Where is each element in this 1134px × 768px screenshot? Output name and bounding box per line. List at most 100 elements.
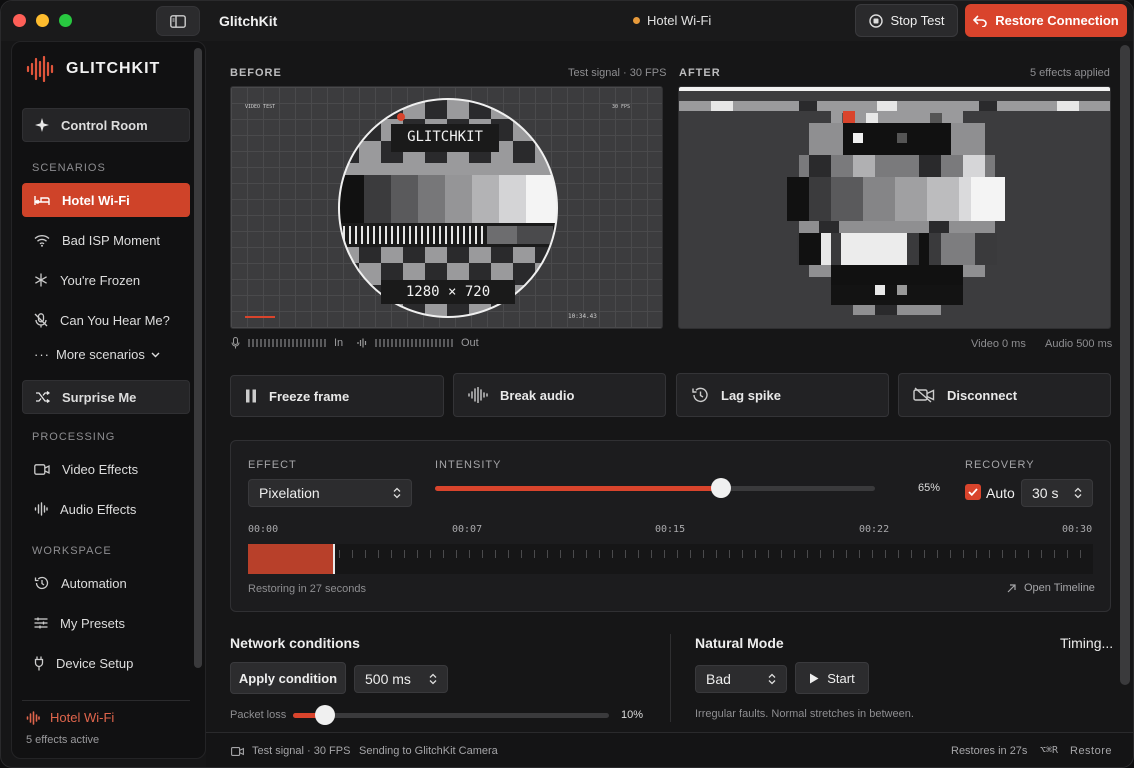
sidebar-item-can-you-hear-me[interactable]: Can You Hear Me? [22, 303, 190, 337]
delay-select-value: 500 ms [365, 671, 411, 687]
sidebar-item-youre-frozen[interactable]: You're Frozen [22, 263, 190, 297]
active-scenario-name: Hotel Wi-Fi [50, 710, 115, 725]
active-scenario-label: Hotel Wi-Fi [647, 13, 712, 28]
status-restores-countdown: Restores in 27s [951, 745, 1028, 757]
recovery-duration-select[interactable]: 30 s [1021, 479, 1093, 507]
break-audio-button[interactable]: Break audio [453, 373, 666, 417]
packet-loss-slider-knob[interactable] [314, 705, 335, 725]
timeline-ticks [248, 544, 1093, 574]
checkmark-icon [968, 488, 978, 496]
stop-test-label: Stop Test [890, 13, 945, 28]
recovery-duration-value: 30 s [1032, 485, 1059, 501]
restore-connection-label: Restore Connection [995, 13, 1119, 28]
natural-mode-value: Bad [706, 671, 731, 687]
lag-spike-button[interactable]: Lag spike [676, 373, 889, 417]
restore-connection-button[interactable]: Restore Connection [965, 4, 1127, 37]
natural-mode-description: Irregular faults. Normal stretches in be… [695, 708, 914, 720]
history-icon [692, 387, 708, 403]
video-delay-readout: Video 0 ms [971, 338, 1026, 350]
apply-condition-label: Apply condition [238, 670, 338, 686]
apply-condition-button[interactable]: Apply condition [230, 662, 346, 694]
input-level-meter: In [231, 337, 343, 349]
ellipsis-icon: ··· [34, 347, 50, 362]
recovery-heading: RECOVERY [965, 459, 1035, 471]
sidebar-item-device-setup[interactable]: Device Setup [22, 646, 190, 680]
main-scrollbar[interactable] [1120, 45, 1130, 685]
plug-icon [34, 656, 44, 670]
stop-icon [868, 13, 883, 28]
video-camera-icon [231, 746, 244, 756]
start-label: Start [827, 670, 855, 686]
restore-shortcut: ⌥⌘R [1040, 745, 1059, 756]
pixelated-test-card [679, 87, 1110, 315]
undo-icon [973, 14, 988, 27]
natural-mode-select[interactable]: Bad [695, 665, 787, 693]
sidebar-item-label: Control Room [61, 117, 148, 133]
chevron-updown-icon [768, 673, 776, 685]
sidebar-item-label: Audio Effects [60, 501, 137, 517]
more-scenarios-label: More scenarios [56, 347, 145, 362]
sidebar-icon [170, 14, 186, 28]
before-label: BEFORE [230, 67, 282, 79]
test-card-time-label: 10:34.43 [568, 313, 597, 320]
start-natural-mode-button[interactable]: Start [795, 662, 869, 694]
sidebar-item-label: Automation [61, 575, 127, 591]
packet-loss-slider[interactable] [293, 705, 609, 725]
sidebar-item-label: My Presets [60, 615, 126, 631]
natural-mode-title: Natural Mode [695, 635, 784, 651]
app-title: GlitchKit [219, 13, 278, 29]
intensity-slider-fill [435, 486, 721, 491]
wifi-icon [34, 234, 50, 247]
sidebar-scrollbar[interactable] [194, 48, 202, 668]
recovery-timeline[interactable] [248, 544, 1093, 574]
timeline-label-1: 00:07 [452, 524, 483, 535]
sidebar-item-video-effects[interactable]: Video Effects [22, 452, 190, 486]
sidebar-item-audio-effects[interactable]: Audio Effects [22, 492, 190, 526]
arrow-up-right-icon [1007, 583, 1016, 592]
status-restore-button[interactable]: Restore [1070, 745, 1112, 757]
sidebar-item-my-presets[interactable]: My Presets [22, 606, 190, 640]
sidebar-item-hotel-wifi[interactable]: Hotel Wi-Fi [22, 183, 190, 217]
chevron-updown-icon [429, 673, 437, 685]
intensity-slider[interactable] [435, 478, 875, 498]
sidebar-item-label: Can You Hear Me? [60, 312, 170, 328]
more-scenarios-toggle[interactable]: ··· More scenarios [34, 347, 160, 362]
status-signal: Test signal · 30 FPS [231, 745, 350, 757]
output-level-bars [375, 339, 453, 347]
chevron-down-icon [151, 352, 160, 357]
intensity-slider-knob[interactable] [711, 478, 731, 498]
minimize-window-button[interactable] [36, 14, 49, 27]
sidebar-item-automation[interactable]: Automation [22, 566, 190, 600]
close-window-button[interactable] [13, 14, 26, 27]
disconnect-label: Disconnect [947, 387, 1018, 403]
sidebar-divider [22, 700, 190, 701]
waveform-icon [34, 502, 48, 516]
intensity-heading: INTENSITY [435, 459, 502, 471]
before-preview: VIDEO TEST 30 FPS 10:34.43 GLITCHKIT 128… [230, 86, 663, 329]
status-bar: Test signal · 30 FPS Sending to GlitchKi… [206, 732, 1133, 767]
timeline-label-2: 00:15 [655, 524, 686, 535]
sidebar-item-bad-isp-moment[interactable]: Bad ISP Moment [22, 223, 190, 257]
sidebar-item-label: Video Effects [62, 461, 139, 477]
delay-select[interactable]: 500 ms [354, 665, 448, 693]
sidebar-item-control-room[interactable]: Control Room [22, 108, 190, 142]
freeze-frame-label: Freeze frame [269, 388, 350, 404]
lag-spike-label: Lag spike [721, 387, 781, 403]
input-level-bars [248, 339, 326, 347]
timeline-playhead[interactable] [332, 544, 335, 574]
freeze-frame-button[interactable]: Freeze frame [230, 375, 444, 417]
surprise-me-button[interactable]: Surprise Me [22, 380, 190, 414]
zoom-window-button[interactable] [59, 14, 72, 27]
stop-test-button[interactable]: Stop Test [855, 4, 958, 37]
chevron-updown-icon [1074, 487, 1082, 499]
shuffle-icon [36, 391, 50, 403]
microphone-icon [231, 337, 240, 349]
brand-name: GLITCHKIT [66, 60, 161, 77]
auto-recovery-checkbox[interactable] [965, 484, 981, 500]
test-card-red-bar [245, 316, 275, 318]
disconnect-button[interactable]: Disconnect [898, 373, 1111, 417]
effect-select[interactable]: Pixelation [248, 479, 412, 507]
open-timeline-link[interactable]: Open Timeline [1007, 582, 1095, 594]
play-icon [810, 673, 819, 683]
sidebar-toggle-button[interactable] [156, 6, 200, 36]
